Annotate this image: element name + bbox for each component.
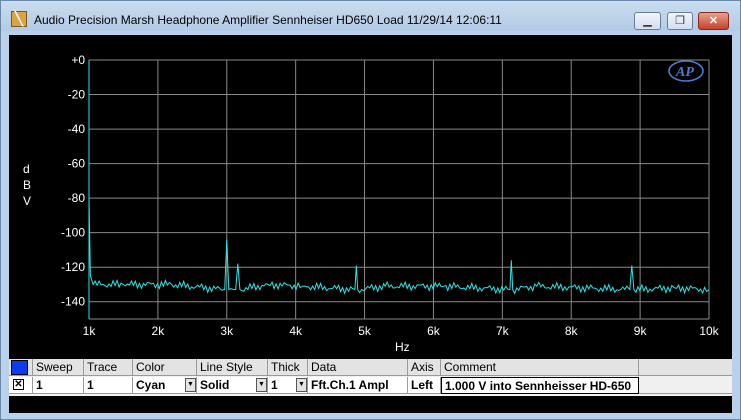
x-tick-label: 4k bbox=[289, 324, 303, 338]
close-button[interactable]: ✕ bbox=[698, 12, 729, 30]
y-tick-label: +0 bbox=[71, 53, 85, 67]
y-tick-label: -40 bbox=[68, 122, 86, 136]
line-style-select[interactable]: Solid ▼ bbox=[197, 377, 268, 394]
legend-color-header bbox=[9, 359, 33, 376]
y-tick-label: -60 bbox=[68, 157, 86, 171]
header-sweep[interactable]: Sweep bbox=[33, 359, 84, 376]
legend-header-row: Sweep Trace Color Line Style Thick Data … bbox=[9, 359, 732, 377]
comment-input[interactable]: 1.000 V into Sennheisser HD-650 bbox=[441, 377, 639, 394]
line-style-dropdown-arrow-icon[interactable]: ▼ bbox=[256, 378, 267, 392]
x-tick-label: 2k bbox=[152, 324, 166, 338]
fft-plot[interactable]: +0 -20 -40 -60 -80 -100 -120 -140 1k 2k 3k 4k 5k 6k 7… bbox=[9, 35, 732, 357]
legend-data-row: ✕ 1 1 Cyan ▼ Solid ▼ 1 ▼ Fft.Ch.1 Ampl Left… bbox=[9, 377, 732, 395]
x-tick-label: 5k bbox=[358, 324, 372, 338]
x-tick-label: 8k bbox=[565, 324, 579, 338]
x-tick-label: 3k bbox=[220, 324, 234, 338]
x-tick-label: 7k bbox=[496, 324, 510, 338]
header-axis[interactable]: Axis bbox=[408, 359, 441, 376]
fft-trace-line bbox=[88, 198, 710, 295]
header-data[interactable]: Data bbox=[308, 359, 408, 376]
restore-button[interactable]: ❐ bbox=[667, 12, 693, 30]
thick-select[interactable]: 1 ▼ bbox=[268, 377, 308, 394]
y-tick-label: -140 bbox=[61, 295, 85, 309]
trace-enable-checkbox[interactable]: ✕ bbox=[13, 379, 24, 390]
minimize-button[interactable]: ▁ bbox=[634, 12, 661, 30]
y-tick-label: -20 bbox=[68, 88, 86, 102]
x-tick-label: 6k bbox=[427, 324, 441, 338]
header-line-style[interactable]: Line Style bbox=[197, 359, 268, 376]
data-row-filler bbox=[639, 377, 732, 394]
header-trace[interactable]: Trace bbox=[84, 359, 133, 376]
thick-value: 1 bbox=[271, 378, 278, 392]
y-tick-label: -100 bbox=[61, 226, 85, 240]
svg-text:AP: AP bbox=[675, 65, 694, 80]
data-value[interactable]: Fft.Ch.1 Ampl bbox=[308, 377, 408, 394]
app-window: ╲ Audio Precision Marsh Headphone Amplif… bbox=[0, 0, 741, 420]
thick-dropdown-arrow-icon[interactable]: ▼ bbox=[296, 378, 307, 392]
x-axis-label: Hz bbox=[395, 340, 410, 354]
line-style-value: Solid bbox=[200, 378, 230, 392]
header-comment[interactable]: Comment bbox=[441, 359, 639, 376]
trace-enable-cell[interactable]: ✕ bbox=[9, 377, 33, 394]
header-color[interactable]: Color bbox=[133, 359, 197, 376]
audio-precision-app-icon[interactable]: ╲ bbox=[11, 11, 27, 27]
blue-swatch-icon bbox=[11, 360, 28, 375]
trace-value[interactable]: 1 bbox=[84, 377, 133, 394]
x-tick-label: 10k bbox=[699, 324, 719, 338]
window-title: Audio Precision Marsh Headphone Amplifie… bbox=[34, 13, 502, 27]
color-select[interactable]: Cyan ▼ bbox=[133, 377, 197, 394]
y-tick-label: -80 bbox=[68, 191, 86, 205]
y-tick-label: -120 bbox=[61, 260, 85, 274]
x-tick-label: 1k bbox=[83, 324, 97, 338]
color-dropdown-arrow-icon[interactable]: ▼ bbox=[185, 378, 196, 392]
header-thick[interactable]: Thick bbox=[268, 359, 308, 376]
header-filler bbox=[639, 359, 732, 376]
trace-legend-table: Sweep Trace Color Line Style Thick Data … bbox=[9, 359, 732, 396]
sweep-value[interactable]: 1 bbox=[33, 377, 84, 394]
axis-value[interactable]: Left bbox=[408, 377, 441, 394]
color-value: Cyan bbox=[136, 378, 166, 392]
graph-area: +0 -20 -40 -60 -80 -100 -120 -140 1k 2k 3k 4k 5k 6k 7… bbox=[9, 35, 732, 413]
ap-logo: AP bbox=[668, 60, 704, 82]
title-bar[interactable]: ╲ Audio Precision Marsh Headphone Amplif… bbox=[1, 1, 740, 31]
x-tick-label: 9k bbox=[634, 324, 648, 338]
y-axis-label: dBV bbox=[23, 162, 31, 208]
